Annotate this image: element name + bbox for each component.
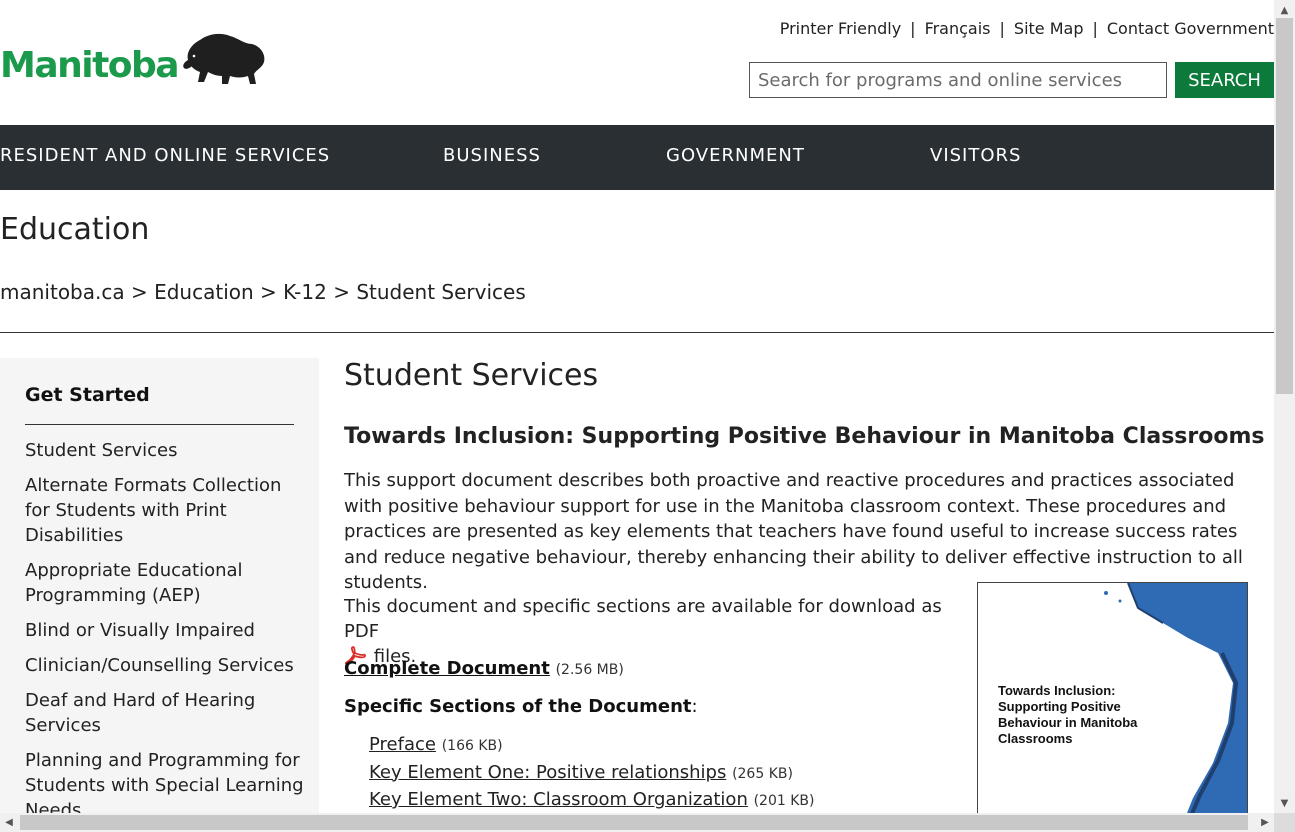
cover-title: Towards Inclusion: Supporting Positive B… (998, 683, 1138, 746)
list-item: Key Element Two: Classroom Organization … (369, 787, 814, 813)
scroll-left-icon[interactable]: ◀ (0, 813, 18, 832)
sidebar-item-clinician-counselling[interactable]: Clinician/Counselling Services (25, 653, 305, 678)
complete-document: Complete Document (2.56 MB) (344, 658, 624, 679)
breadcrumb-separator: > (260, 280, 277, 304)
specific-sections-label: Specific Sections of the Document (344, 696, 692, 717)
breadcrumb: manitoba.ca > Education > K-12 > Student… (0, 280, 526, 304)
search-button[interactable]: SEARCH (1175, 62, 1274, 98)
search-input[interactable] (749, 62, 1167, 98)
breadcrumb-home[interactable]: manitoba.ca (0, 280, 125, 304)
separator: | (1092, 19, 1098, 38)
list-item: Preface (166 KB) (369, 732, 814, 760)
sidebar-item-deaf-hard-of-hearing[interactable]: Deaf and Hard of Hearing Services (25, 688, 305, 738)
document-cover-image[interactable]: Towards Inclusion: Supporting Positive B… (977, 582, 1248, 813)
sidebar-divider (25, 424, 294, 425)
nav-resident-online-services[interactable]: RESIDENT AND ONLINE SERVICES (0, 125, 330, 187)
sidebar-list: Student Services Alternate Formats Colle… (25, 438, 305, 813)
file-size: (265 KB) (732, 765, 793, 782)
horizontal-scrollbar[interactable]: ◀ ▶ (0, 813, 1274, 832)
sidebar-item-planning-programming[interactable]: Planning and Programming for Students wi… (25, 748, 305, 813)
availability-text: This document and specific sections are … (344, 596, 942, 642)
list-item: Key Element One: Positive relationships … (369, 760, 814, 788)
sidebar-item-blind-visually-impaired[interactable]: Blind or Visually Impaired (25, 618, 305, 643)
vertical-scrollbar[interactable]: ▲ ▼ (1274, 0, 1295, 813)
divider (0, 332, 1274, 333)
section-title: Education (0, 212, 150, 247)
page-title: Student Services (344, 358, 599, 393)
separator: | (910, 19, 916, 38)
utility-links: Printer Friendly | Français | Site Map |… (780, 19, 1274, 38)
document-title: Towards Inclusion: Supporting Positive B… (344, 424, 1265, 449)
sidebar-item-aep[interactable]: Appropriate Educational Programming (AEP… (25, 558, 305, 608)
scrollbar-thumb[interactable] (20, 815, 1248, 830)
sidebar: Get Started Student Services Alternate F… (0, 358, 319, 813)
nav-business[interactable]: BUSINESS (443, 125, 541, 187)
section-link-key-element-two[interactable]: Key Element Two: Classroom Organization (369, 789, 748, 810)
specific-sections-heading: Specific Sections of the Document: (344, 696, 698, 717)
breadcrumb-education[interactable]: Education (154, 280, 254, 304)
scrollbar-corner (1274, 813, 1295, 832)
file-size: (201 KB) (753, 793, 815, 809)
scrollbar-thumb[interactable] (1276, 18, 1293, 394)
file-size: (166 KB) (441, 738, 503, 754)
breadcrumb-current: Student Services (356, 280, 526, 304)
breadcrumb-k12[interactable]: K-12 (283, 280, 327, 304)
breadcrumb-separator: > (130, 280, 148, 304)
manitoba-logo[interactable]: Manitoba (0, 30, 268, 88)
complete-document-link[interactable]: Complete Document (344, 658, 550, 679)
sections-list: Preface (166 KB) Key Element One: Positi… (369, 732, 814, 813)
section-link-key-element-one[interactable]: Key Element One: Positive relationships (369, 762, 726, 783)
sidebar-item-alternate-formats[interactable]: Alternate Formats Collection for Student… (25, 473, 305, 548)
francais-link[interactable]: Français (925, 19, 991, 38)
scroll-right-icon[interactable]: ▶ (1256, 813, 1274, 832)
page: Manitoba Printer Friendly | Français | S… (0, 0, 1274, 813)
nav-visitors[interactable]: VISITORS (930, 125, 1021, 187)
site-map-link[interactable]: Site Map (1014, 19, 1084, 38)
contact-government-link[interactable]: Contact Government (1107, 19, 1274, 38)
breadcrumb-separator: > (333, 280, 350, 304)
section-link-preface[interactable]: Preface (369, 734, 436, 755)
file-size: (2.56 MB) (555, 662, 624, 678)
colon: : (691, 696, 698, 717)
intro-paragraph: This support document describes both pro… (344, 470, 1243, 593)
bison-logo-icon (183, 33, 265, 84)
printer-friendly-link[interactable]: Printer Friendly (780, 19, 901, 38)
separator: | (999, 19, 1005, 38)
sidebar-item-student-services[interactable]: Student Services (25, 438, 305, 463)
main-nav: RESIDENT AND ONLINE SERVICES BUSINESS GO… (0, 125, 1274, 190)
sidebar-heading: Get Started (25, 384, 150, 406)
scroll-down-icon[interactable]: ▼ (1274, 795, 1295, 813)
nav-government[interactable]: GOVERNMENT (666, 125, 805, 187)
logo-wordmark: Manitoba (0, 45, 180, 86)
